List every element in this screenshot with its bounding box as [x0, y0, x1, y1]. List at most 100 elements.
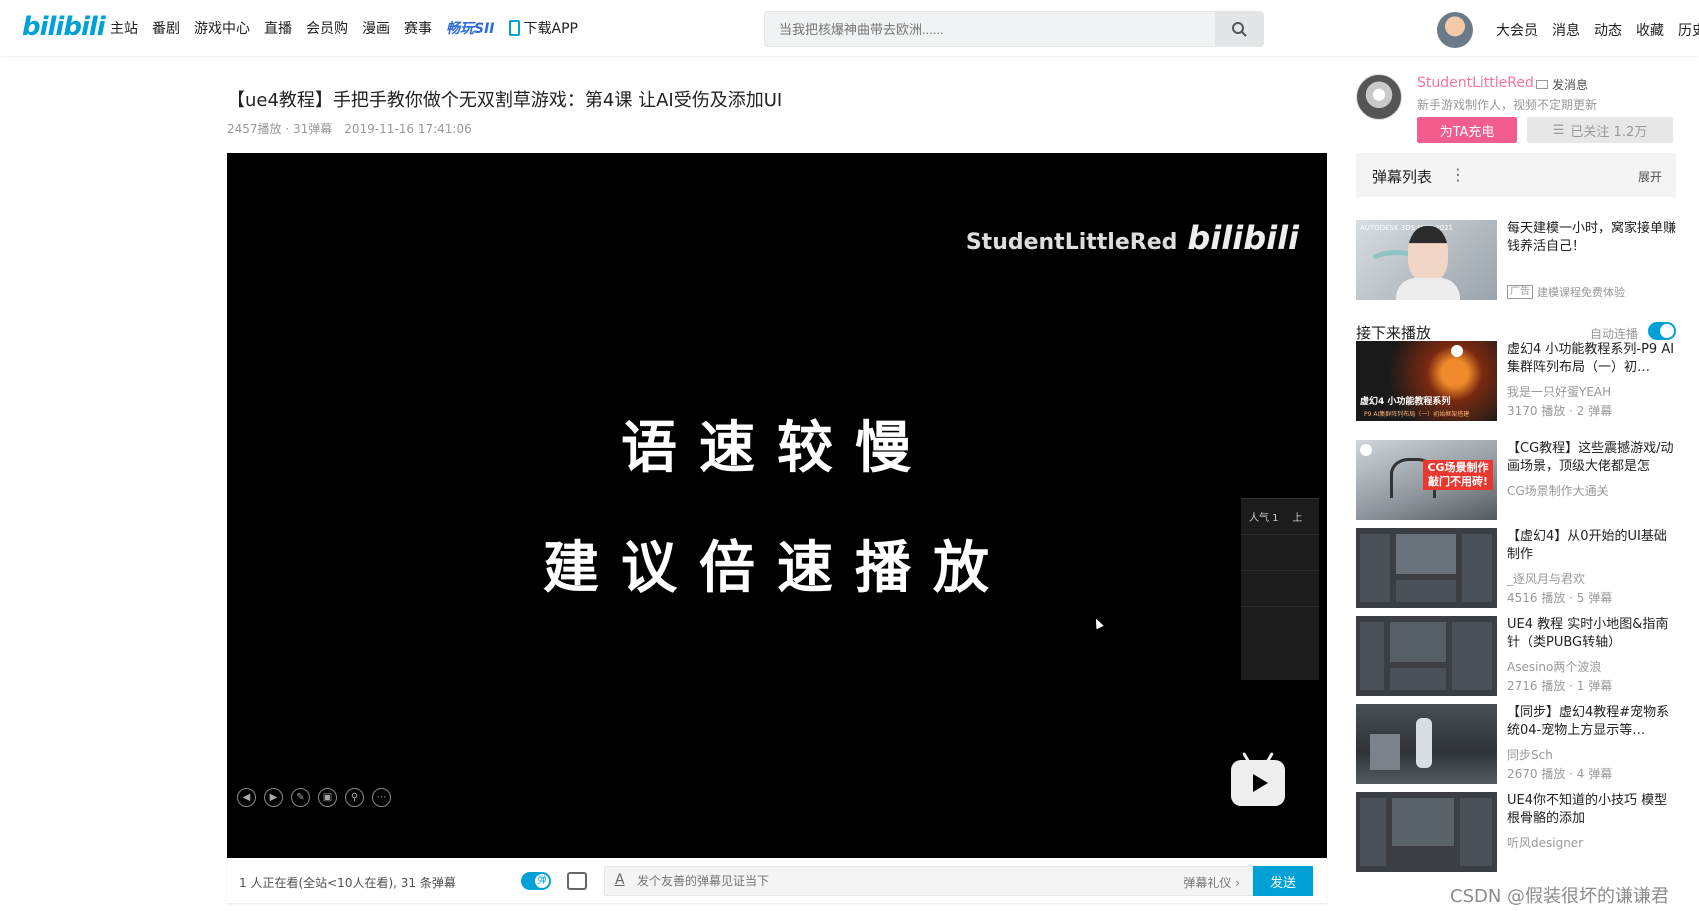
nav-mall[interactable]: 会员购 [306, 18, 348, 38]
ad-thumbnail[interactable]: AUTODESK 3DS MAX 2021 [1356, 220, 1497, 300]
danmaku-input-wrap: A 弹幕礼仪 › [604, 866, 1253, 896]
autoplay-toggle[interactable] [1648, 322, 1676, 340]
nav-manga[interactable]: 漫画 [362, 18, 390, 38]
danmaku-toggle[interactable] [521, 872, 551, 890]
video-player[interactable]: StudentLittleRed bilibili 语速较慢 建议倍速播放 人气 … [227, 153, 1327, 858]
editor-panel [1390, 668, 1446, 690]
recommendation-thumbnail[interactable] [1356, 792, 1497, 872]
recommendation-uploader[interactable]: 同步Sch [1507, 746, 1553, 763]
recommendation-thumbnail[interactable]: 虚幻4 小功能教程系列 P9 AI集群阵列布局（一）初始框架搭建 [1356, 341, 1497, 421]
bilibili-logo[interactable]: bilibili [22, 12, 106, 42]
recommendation-stats: 4516 播放 · 5 弹幕 [1507, 591, 1613, 605]
recommendation-item[interactable]: UE4你不知道的小技巧 模型根骨骼的添加 听风designer [1356, 792, 1676, 872]
nav-home[interactable]: 主站 [110, 18, 138, 38]
recommendation-uploader[interactable]: 我是一只好蛋YEAH [1507, 383, 1611, 400]
send-danmaku-button[interactable]: 发送 [1253, 866, 1313, 896]
danmaku-settings-icon[interactable] [567, 872, 587, 890]
next-up-title: 接下来播放 [1356, 324, 1432, 342]
editor-panel [1460, 798, 1492, 866]
recommendation-title[interactable]: 【同步】虚幻4教程#宠物系统04-宠物上方显示等… [1507, 704, 1675, 740]
unreal-logo-icon [1451, 345, 1463, 357]
recommendation-item[interactable]: UE4 教程 实时小地图&指南针（类PUBG转轴） Asesino两个波浪 27… [1356, 616, 1676, 696]
nav-bangumi[interactable]: 番剧 [152, 18, 180, 38]
follow-button[interactable]: ☰ 已关注 1.2万 [1527, 117, 1673, 143]
recommendation-thumbnail[interactable] [1356, 528, 1497, 608]
danmaku-list-title: 弹幕列表 [1372, 168, 1433, 186]
nav-vip[interactable]: 大会员 [1496, 20, 1538, 40]
more-options-icon[interactable]: ⋮ [1450, 165, 1466, 184]
recommendation-thumbnail[interactable] [1356, 704, 1497, 784]
search-icon [1232, 22, 1247, 37]
menu-icon: ☰ [1552, 122, 1565, 138]
nav-messages[interactable]: 消息 [1552, 20, 1580, 40]
search-button[interactable] [1215, 12, 1263, 46]
top-header: bilibili 主站 番剧 游戏中心 直播 会员购 漫画 赛事 畅玩SII 下… [0, 0, 1699, 56]
nav-live[interactable]: 直播 [264, 18, 292, 38]
play-tv-icon[interactable] [1231, 760, 1285, 806]
uploader-avatar[interactable] [1356, 74, 1402, 120]
zoom-icon[interactable]: ⚲ [345, 788, 364, 807]
recommendation-uploader[interactable]: _逐风月与君欢 [1507, 570, 1585, 587]
unreal-logo-icon [1360, 444, 1372, 456]
recommendation-thumbnail[interactable]: CG场景制作 敲门不用砖! [1356, 440, 1497, 520]
danmaku-input[interactable] [637, 867, 1097, 895]
nav-favorites[interactable]: 收藏 [1636, 20, 1664, 40]
recommendation-title[interactable]: 虚幻4 小功能教程系列-P9 AI集群阵列布局（一）初… [1507, 341, 1675, 377]
recommendation-title[interactable]: UE4 教程 实时小地图&指南针（类PUBG转轴） [1507, 616, 1675, 652]
font-style-icon[interactable]: A [615, 872, 625, 888]
recommendation-uploader[interactable]: CG场景制作大通关 [1507, 482, 1609, 499]
ad-source: 建模课程免费体验 [1537, 286, 1625, 299]
mouse-cursor-icon [1092, 616, 1104, 630]
expand-link[interactable]: 展开 [1638, 168, 1662, 185]
recommendation-uploader[interactable]: Asesino两个波浪 [1507, 658, 1601, 675]
recommendation-item[interactable]: 【同步】虚幻4教程#宠物系统04-宠物上方显示等… 同步Sch 2670 播放 … [1356, 704, 1676, 784]
charge-button[interactable]: 为TA充电 [1417, 117, 1517, 143]
more-icon[interactable]: ⋯ [372, 788, 391, 807]
thumb-caption: CG场景制作 敲门不用砖! [1423, 460, 1493, 490]
recommendation-title[interactable]: UE4你不知道的小技巧 模型根骨骼的添加 [1507, 792, 1675, 828]
ad-title[interactable]: 每天建模一小时，窝家接单赚钱养活自己！ [1507, 220, 1677, 256]
danmaku-list-header[interactable]: 弹幕列表 ⋮ 展开 [1356, 153, 1676, 197]
caption-line-2: 建议倍速播放 [543, 535, 1011, 601]
caption-line-1: 语速较慢 [621, 415, 933, 481]
ad-figure-body [1396, 278, 1460, 300]
ad-badge: 广告 [1507, 285, 1533, 299]
uploader-name[interactable]: StudentLittleRed [1417, 75, 1534, 91]
video-watermark: StudentLittleRed bilibili [966, 219, 1299, 257]
nav-esports[interactable]: 赛事 [404, 18, 432, 38]
video-title: 【ue4教程】手把手教你做个无双割草游戏：第4课 让AI受伤及添加UI [227, 90, 783, 111]
nav-download-app[interactable]: 下载APP [508, 18, 578, 38]
nav-dynamics[interactable]: 动态 [1594, 20, 1622, 40]
send-message-link[interactable]: 发消息 [1536, 76, 1588, 93]
editor-viewport [1390, 622, 1446, 662]
nav-history[interactable]: 历史 [1678, 20, 1699, 40]
recommendation-item[interactable]: CG场景制作 敲门不用砖! 【CG教程】这些震撼游戏/动画场景，顶级大佬都是怎 … [1356, 440, 1676, 520]
recommendation-title[interactable]: 【CG教程】这些震撼游戏/动画场景，顶级大佬都是怎 [1507, 440, 1675, 476]
slide-controls: ◀ ▶ ✎ ▣ ⚲ ⋯ [237, 788, 391, 807]
watermark-logo: bilibili [1187, 219, 1299, 257]
recommendation-uploader[interactable]: 听风designer [1507, 834, 1583, 851]
next-slide-icon[interactable]: ▶ [264, 788, 283, 807]
side-panel-row [1241, 571, 1319, 607]
danmaku-etiquette-link[interactable]: 弹幕礼仪 › [1183, 874, 1240, 891]
editor-panel [1462, 534, 1492, 602]
download-app-label: 下载APP [523, 21, 578, 37]
search-input[interactable] [765, 12, 1205, 46]
recommendation-item[interactable]: 【虚幻4】从0开始的UI基础制作 _逐风月与君欢 4516 播放 · 5 弹幕 [1356, 528, 1676, 608]
prev-slide-icon[interactable]: ◀ [237, 788, 256, 807]
recommendation-item[interactable]: 虚幻4 小功能教程系列 P9 AI集群阵列布局（一）初始框架搭建 虚幻4 小功能… [1356, 341, 1676, 421]
editor-panel [1452, 622, 1492, 690]
side-panel-row [1241, 535, 1319, 571]
user-nav: 大会员 消息 动态 收藏 历史 [1496, 20, 1699, 40]
ad-figure [1408, 226, 1448, 282]
user-avatar[interactable] [1437, 12, 1473, 48]
recommendation-title[interactable]: 【虚幻4】从0开始的UI基础制作 [1507, 528, 1675, 564]
nav-changwan[interactable]: 畅玩SII [446, 18, 495, 38]
watching-count: 1 人正在看(全站<10人在看), 31 条弹幕 [239, 876, 456, 890]
nav-game-center[interactable]: 游戏中心 [194, 18, 250, 38]
pen-icon[interactable]: ✎ [291, 788, 310, 807]
recommendation-stats: 2670 播放 · 4 弹幕 [1507, 767, 1613, 781]
mail-icon [1536, 80, 1548, 89]
recommendation-thumbnail[interactable] [1356, 616, 1497, 696]
slides-icon[interactable]: ▣ [318, 788, 337, 807]
